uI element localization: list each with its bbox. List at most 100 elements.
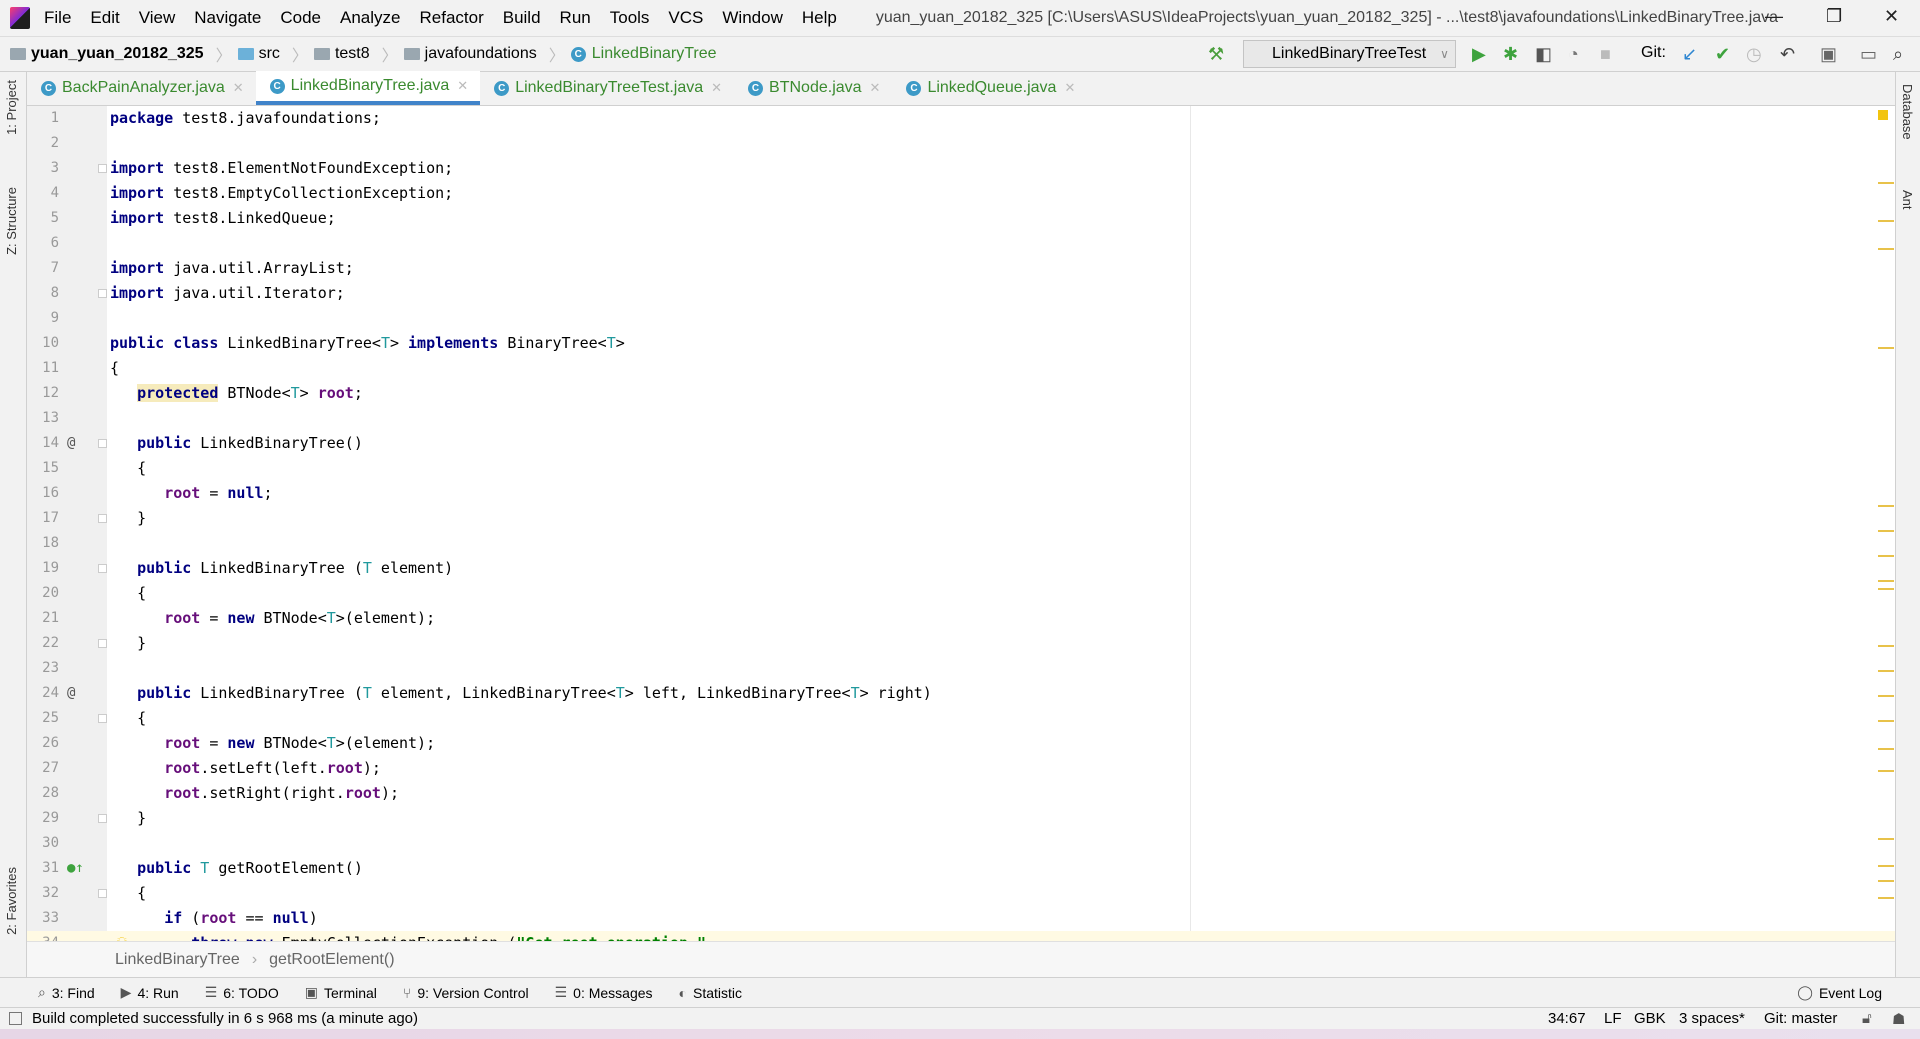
menu-vcs[interactable]: VCS	[668, 8, 703, 28]
code-line[interactable]: 13	[27, 406, 1895, 431]
tool-structure[interactable]: Z: Structure	[4, 187, 19, 255]
toolwindow-todo[interactable]: ☰ 6: TODO	[205, 984, 279, 1001]
code-line[interactable]: 4 import test8.EmptyCollectionException;	[27, 181, 1895, 206]
minimize-button[interactable]: —	[1765, 6, 1783, 27]
tab-linkedqueue[interactable]: C LinkedQueue.java ✕	[892, 71, 1087, 105]
run-icon[interactable]: ▶	[1472, 44, 1486, 65]
close-tab-icon[interactable]: ✕	[457, 78, 468, 94]
profile-icon[interactable]: ◔	[1568, 44, 1579, 65]
toolwindow-messages[interactable]: ☰ 0: Messages	[555, 984, 653, 1001]
fold-icon[interactable]	[98, 289, 107, 298]
code-line[interactable]: 1 package test8.javafoundations;	[27, 106, 1895, 131]
fold-icon[interactable]	[98, 164, 107, 173]
tab-backpainanalyzer[interactable]: C BackPainAnalyzer.java ✕	[27, 71, 256, 105]
code-line[interactable]: 8 import java.util.Iterator;	[27, 281, 1895, 306]
lock-icon[interactable]: 🔓︎	[1862, 1010, 1872, 1027]
crumb-src[interactable]: src	[237, 45, 280, 63]
terminal-toggle-icon[interactable]: ▭	[1860, 44, 1877, 65]
stop-icon[interactable]: ■	[1600, 44, 1611, 65]
code-line[interactable]: 3 import test8.ElementNotFoundException;	[27, 156, 1895, 181]
code-line[interactable]: 17 }	[27, 506, 1895, 531]
stripe-mark[interactable]	[1878, 555, 1894, 557]
stripe-mark[interactable]	[1878, 838, 1894, 840]
code-line[interactable]: 20 {	[27, 581, 1895, 606]
code-line[interactable]: 7 import java.util.ArrayList;	[27, 256, 1895, 281]
code-line[interactable]: 23	[27, 656, 1895, 681]
code-line[interactable]: 21 root = new BTNode<T>(element);	[27, 606, 1895, 631]
code-line[interactable]: 6	[27, 231, 1895, 256]
tool-favorites[interactable]: 2: Favorites	[4, 867, 19, 935]
stripe-mark[interactable]	[1878, 897, 1894, 899]
stripe-mark[interactable]	[1878, 347, 1894, 349]
code-line[interactable]: 9	[27, 306, 1895, 331]
breadcrumb-method[interactable]: getRootElement()	[269, 951, 394, 969]
crumb-project[interactable]: yuan_yuan_20182_325	[10, 45, 204, 63]
run-configuration-select[interactable]: LinkedBinaryTreeTest ∨	[1243, 40, 1456, 68]
stripe-mark[interactable]	[1878, 695, 1894, 697]
code-line[interactable]: 29 }	[27, 806, 1895, 831]
status-toggle-icon[interactable]	[9, 1012, 22, 1025]
tab-linkedbinarytreetest[interactable]: C LinkedBinaryTreeTest.java ✕	[480, 71, 734, 105]
code-line[interactable]: 12 protected BTNode<T> root;	[27, 381, 1895, 406]
coverage-icon[interactable]: ◧	[1535, 44, 1552, 65]
menu-refactor[interactable]: Refactor	[419, 8, 483, 28]
close-tab-icon[interactable]: ✕	[1064, 80, 1075, 96]
tool-ant[interactable]: Ant	[1900, 190, 1915, 210]
stripe-mark[interactable]	[1878, 880, 1894, 882]
fold-icon[interactable]	[98, 639, 107, 648]
git-branch[interactable]: Git: master	[1764, 1010, 1837, 1027]
menu-edit[interactable]: Edit	[90, 8, 119, 28]
menu-code[interactable]: Code	[280, 8, 321, 28]
stripe-mark[interactable]	[1878, 530, 1894, 532]
code-line[interactable]: 34💡︎ throw new EmptyCollectionException …	[27, 931, 1895, 941]
status-message[interactable]: Build completed successfully in 6 s 968 …	[32, 1010, 418, 1027]
code-line[interactable]: 19 public LinkedBinaryTree (T element)	[27, 556, 1895, 581]
inspector-icon[interactable]: ☗	[1892, 1010, 1905, 1028]
code-line[interactable]: 33 if (root == null)	[27, 906, 1895, 931]
code-line[interactable]: 32 {	[27, 881, 1895, 906]
stripe-mark[interactable]	[1878, 505, 1894, 507]
stripe-mark[interactable]	[1878, 588, 1894, 590]
stripe-mark[interactable]	[1878, 770, 1894, 772]
toolwindow-version-control[interactable]: ⑂ 9: Version Control	[403, 984, 529, 1001]
debug-icon[interactable]: ✱	[1503, 44, 1518, 65]
history-icon[interactable]: ◷	[1746, 44, 1762, 65]
fold-icon[interactable]	[98, 814, 107, 823]
project-structure-icon[interactable]: ▣	[1820, 44, 1837, 65]
code-line[interactable]: 31 ●↑ public T getRootElement()	[27, 856, 1895, 881]
close-tab-icon[interactable]: ✕	[711, 80, 722, 96]
fold-icon[interactable]	[98, 439, 107, 448]
tool-database[interactable]: Database	[1900, 84, 1915, 140]
fold-icon[interactable]	[98, 564, 107, 573]
stripe-mark[interactable]	[1878, 645, 1894, 647]
code-line[interactable]: 18	[27, 531, 1895, 556]
git-commit-icon[interactable]: ✔	[1715, 44, 1730, 65]
stripe-mark[interactable]	[1878, 670, 1894, 672]
code-line[interactable]: 27 root.setLeft(left.root);	[27, 756, 1895, 781]
fold-icon[interactable]	[98, 714, 107, 723]
override-marker-icon[interactable]: @	[67, 431, 75, 456]
toolwindow-terminal[interactable]: ▣ Terminal	[305, 984, 377, 1001]
menu-analyze[interactable]: Analyze	[340, 8, 400, 28]
close-button[interactable]: ✕	[1884, 6, 1899, 27]
code-line[interactable]: 22 }	[27, 631, 1895, 656]
code-line[interactable]: 25 {	[27, 706, 1895, 731]
build-hammer-icon[interactable]: ⚒	[1208, 44, 1224, 65]
menu-view[interactable]: View	[139, 8, 176, 28]
stripe-mark[interactable]	[1878, 248, 1894, 250]
code-editor[interactable]: 1 package test8.javafoundations; 2 3 import …	[27, 106, 1895, 941]
menu-navigate[interactable]: Navigate	[194, 8, 261, 28]
menu-tools[interactable]: Tools	[610, 8, 650, 28]
fold-icon[interactable]	[98, 514, 107, 523]
menu-file[interactable]: File	[44, 8, 71, 28]
code-line[interactable]: 30	[27, 831, 1895, 856]
crumb-test8[interactable]: test8	[313, 45, 370, 63]
stripe-mark[interactable]	[1878, 580, 1894, 582]
toolwindow-statistic[interactable]: ◐ Statistic	[679, 984, 742, 1001]
stripe-mark[interactable]	[1878, 748, 1894, 750]
stripe-mark[interactable]	[1878, 182, 1894, 184]
menu-build[interactable]: Build	[503, 8, 541, 28]
indent-setting[interactable]: 3 spaces*	[1679, 1010, 1745, 1027]
menu-help[interactable]: Help	[802, 8, 837, 28]
code-line[interactable]: 24 @ public LinkedBinaryTree (T element, …	[27, 681, 1895, 706]
